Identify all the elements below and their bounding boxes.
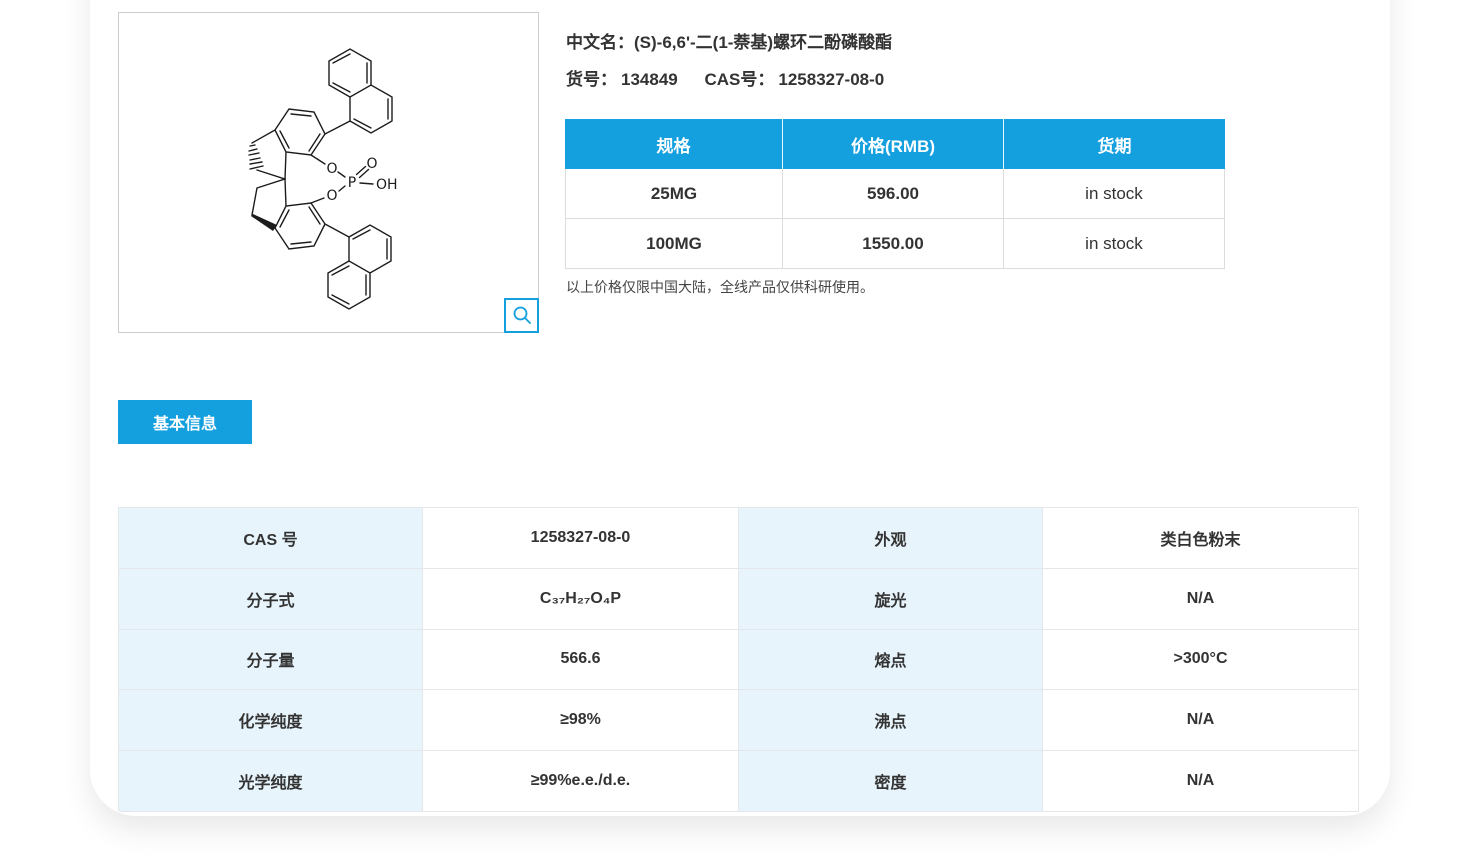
spec-cell: 25MG [566,169,783,219]
catalog-number: 134849 [621,70,678,89]
price-table-body: 25MG 596.00 in stock 100MG 1550.00 in st… [565,169,1225,269]
price-note: 以上价格仅限中国大陆，全线产品仅供科研使用。 [566,279,874,295]
product-subtitle: 货号： 134849 CAS号： 1258327-08-0 [566,65,884,90]
info-value-cell: >300°C [1043,629,1359,691]
info-label-cell: 旋光 [739,568,1043,630]
info-value-cell: 类白色粉末 [1043,508,1359,569]
tab-basic-info[interactable]: 基本信息 [118,400,252,444]
spec-cell: 100MG [566,219,783,269]
cas-number: 1258327-08-0 [778,70,885,89]
product-page: O P O O OH 中文名：(S)-6,6'-二(1-萘基)螺环二酚磷酸酯 货… [0,0,1482,859]
info-value-cell: ≥99%e.e./d.e. [423,751,739,812]
info-label-cell: 光学纯度 [119,751,423,812]
basic-info-table: CAS 号 1258327-08-0 外观 类白色粉末 分子式 C₃₇H₂₇O₄… [118,507,1359,812]
info-label-cell: 分子量 [119,629,423,691]
atom-label: O [326,188,337,204]
price-cell: 1550.00 [783,219,1004,269]
info-value-cell: ≥98% [423,690,739,752]
molecule-structure: O P O O OH [248,48,398,310]
info-label-cell: 密度 [739,751,1043,812]
header-price: 价格(RMB) [783,119,1004,169]
atom-label: P [348,175,356,191]
table-row: 25MG 596.00 in stock [566,169,1225,219]
price-cell: 596.00 [783,169,1004,219]
info-label-cell: 分子式 [119,568,423,630]
info-value-cell: N/A [1043,751,1359,812]
info-label-cell: CAS 号 [119,508,423,569]
info-value-cell: 1258327-08-0 [423,508,739,569]
header-availability: 货期 [1004,119,1225,169]
info-value-cell: C₃₇H₂₇O₄P [423,568,739,630]
product-name-label: 中文名： [566,33,634,52]
atom-label: O [366,156,377,172]
product-title: 中文名：(S)-6,6'-二(1-萘基)螺环二酚磷酸酯 [566,28,892,53]
header-spec: 规格 [565,119,783,169]
info-label-cell: 沸点 [739,690,1043,752]
magnify-button[interactable] [504,298,539,333]
structure-image-box: O P O O OH [118,12,539,333]
atom-label: O [326,161,337,177]
price-table-header: 规格 价格(RMB) 货期 [565,119,1225,169]
magnifier-icon [513,306,531,324]
availability-cell: in stock [1004,219,1225,269]
cas-label: CAS号： [704,70,775,89]
info-value-cell: N/A [1043,690,1359,752]
info-label-cell: 熔点 [739,629,1043,691]
price-table: 规格 价格(RMB) 货期 25MG 596.00 in stock 100MG… [565,119,1225,269]
product-name: (S)-6,6'-二(1-萘基)螺环二酚磷酸酯 [634,33,893,52]
availability-cell: in stock [1004,169,1225,219]
catalog-label: 货号： [566,70,617,89]
atom-label: OH [376,177,398,193]
info-value-cell: N/A [1043,568,1359,630]
info-value-cell: 566.6 [423,629,739,691]
info-label-cell: 外观 [739,508,1043,569]
table-row: 100MG 1550.00 in stock [566,219,1225,269]
info-label-cell: 化学纯度 [119,690,423,752]
